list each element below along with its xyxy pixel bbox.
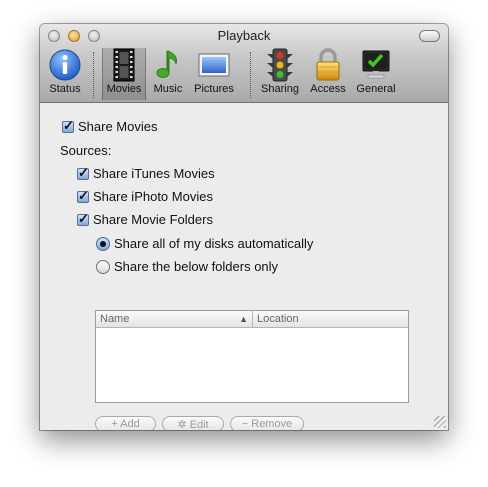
movies-pane: Share Movies Sources: Share iTunes Movie…: [40, 103, 448, 430]
preferences-window: Playback Status Movies Music Pictures Sh…: [40, 24, 448, 430]
toolbar-label: Pictures: [194, 83, 234, 95]
share-itunes-movies-option[interactable]: Share iTunes Movies: [77, 165, 215, 181]
share-all-disks-option[interactable]: Share all of my disks automatically: [96, 236, 313, 251]
toolbar-separator: [250, 52, 252, 98]
title-bar: Playback Status Movies Music Pictures Sh…: [40, 24, 448, 103]
toolbar-label: General: [356, 83, 396, 95]
share-iphoto-movies-label: Share iPhoto Movies: [93, 189, 213, 204]
toolbar-music[interactable]: Music: [148, 48, 188, 100]
info-icon: [47, 48, 83, 82]
toolbar-access[interactable]: Access: [306, 48, 350, 100]
share-iphoto-movies-option[interactable]: Share iPhoto Movies: [77, 188, 213, 204]
toolbar-label: Access: [310, 83, 346, 95]
share-below-folders-label: Share the below folders only: [114, 259, 279, 274]
padlock-icon: [310, 48, 346, 82]
sort-ascending-icon: ▲: [239, 314, 248, 324]
picture-icon: [196, 48, 232, 82]
share-movie-folders-option[interactable]: Share Movie Folders: [77, 211, 213, 227]
share-movies-label: Share Movies: [78, 119, 158, 134]
share-movies-checkbox[interactable]: [62, 118, 74, 134]
share-movies-option[interactable]: Share Movies: [62, 118, 158, 134]
sources-heading: Sources:: [60, 143, 112, 158]
toolbar-pictures[interactable]: Pictures: [190, 48, 238, 100]
column-header-location[interactable]: Location: [253, 311, 299, 327]
column-header-name[interactable]: Name ▲: [96, 311, 253, 327]
share-all-disks-label: Share all of my disks automatically: [114, 236, 314, 251]
share-below-folders-option[interactable]: Share the below folders only: [96, 259, 278, 274]
toolbar-label: Status: [49, 83, 81, 95]
table-header: Name ▲ Location: [96, 311, 408, 328]
toolbar-label: Sharing: [261, 83, 299, 95]
share-iphoto-movies-checkbox[interactable]: [77, 188, 89, 204]
toolbar-sharing[interactable]: Sharing: [258, 48, 302, 100]
toolbar-status[interactable]: Status: [46, 48, 84, 100]
film-icon: [106, 48, 142, 82]
share-itunes-movies-checkbox[interactable]: [77, 165, 89, 181]
column-label: Name: [100, 313, 130, 325]
toolbar-separator: [93, 52, 95, 98]
resize-grip[interactable]: [434, 416, 446, 428]
share-itunes-movies-label: Share iTunes Movies: [93, 166, 215, 181]
edit-button[interactable]: ✲ Edit: [162, 416, 224, 430]
share-all-disks-radio[interactable]: [96, 236, 110, 251]
toolbar-label: Movies: [106, 83, 142, 95]
folders-table[interactable]: Name ▲ Location: [95, 310, 409, 403]
toolbar-label: Music: [153, 83, 183, 95]
toolbar-general[interactable]: General: [352, 48, 400, 100]
toolbar-movies[interactable]: Movies: [102, 48, 146, 100]
column-label: Location: [257, 313, 299, 325]
monitor-check-icon: [358, 48, 394, 82]
remove-button[interactable]: − Remove: [230, 416, 304, 430]
traffic-light-icon: [262, 48, 298, 82]
add-button[interactable]: + Add: [95, 416, 156, 430]
share-movie-folders-label: Share Movie Folders: [93, 212, 213, 227]
window-title: Playback: [217, 28, 271, 43]
music-note-icon: [150, 48, 186, 82]
toolbar-toggle-button[interactable]: [419, 30, 440, 42]
share-below-folders-radio[interactable]: [96, 259, 110, 274]
share-movie-folders-checkbox[interactable]: [77, 211, 89, 227]
